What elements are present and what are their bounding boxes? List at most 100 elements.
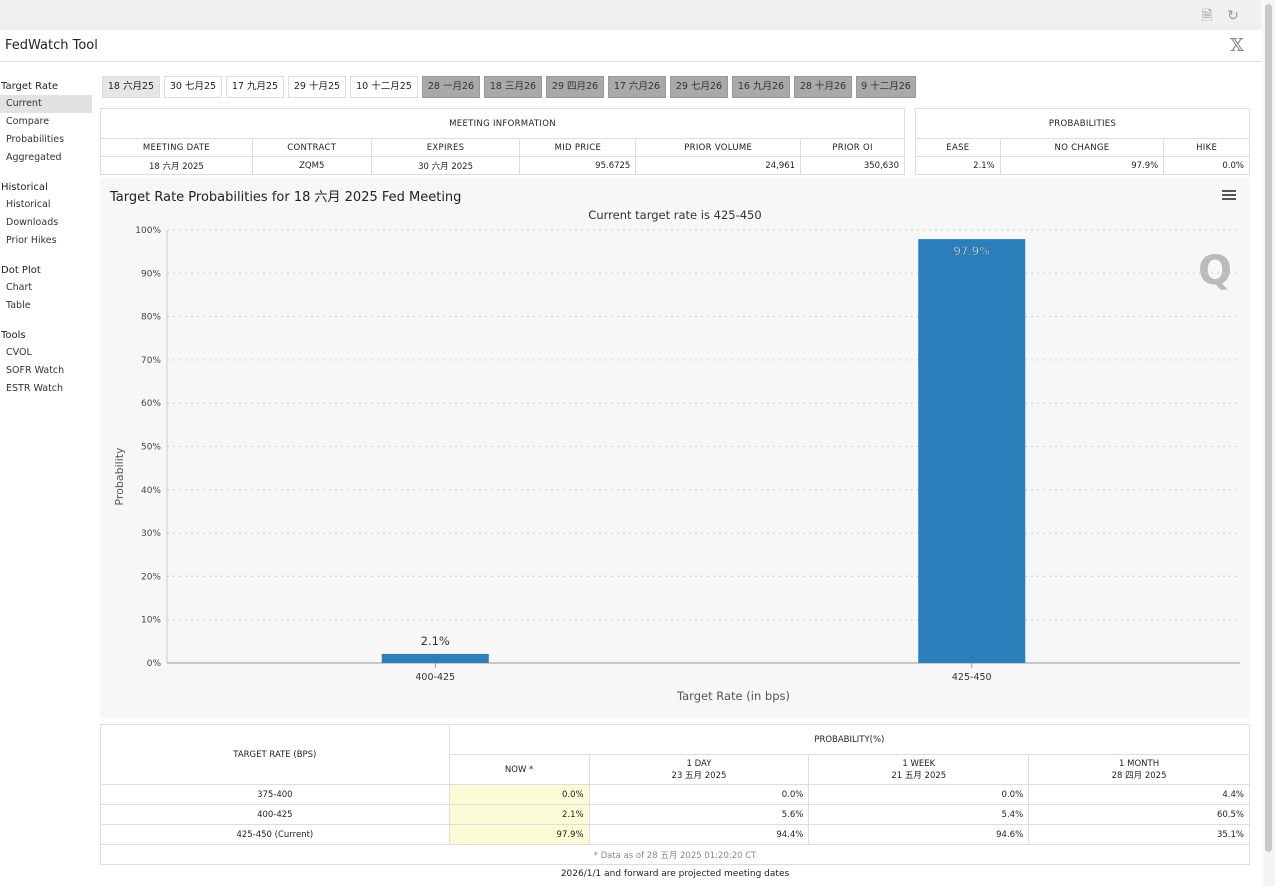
tab-meeting-date[interactable]: 29 四月26: [546, 76, 604, 98]
probability-bar-chart: 0% 10% 20% 30% 40% 50% 60% 70% 80% 90% 100% 2.1% 400…: [113, 226, 1240, 703]
header-hike: HIKE: [1163, 138, 1250, 157]
expires-value: 30 六月 2025: [370, 156, 521, 175]
header-1-week: 1 WEEK 21 五月 2025: [808, 754, 1030, 785]
vertical-scrollbar[interactable]: [1263, 0, 1275, 886]
scrollbar-thumb[interactable]: [1265, 4, 1272, 852]
tab-meeting-date[interactable]: 10 十二月25: [350, 76, 418, 98]
prior-oi-value: 350,630: [800, 156, 905, 175]
title-bar: FedWatch Tool 𝕏: [0, 30, 1262, 62]
now-cell: 2.1%: [448, 804, 590, 825]
week-cell: 5.4%: [808, 804, 1030, 825]
now-cell: 0.0%: [448, 784, 590, 805]
meeting-information-title: MEETING INFORMATION: [100, 108, 905, 139]
sidebar-item-estr-watch[interactable]: ESTR Watch: [0, 380, 92, 398]
tab-meeting-date[interactable]: 9 十二月26: [856, 76, 916, 98]
tab-meeting-date[interactable]: 17 六月26: [608, 76, 666, 98]
mid-price-value: 95.6725: [519, 156, 637, 175]
tab-meeting-date[interactable]: 28 十月26: [794, 76, 852, 98]
sidebar-item-aggregated[interactable]: Aggregated: [0, 149, 92, 167]
sidebar-group: Dot Plot Chart Table: [0, 262, 92, 315]
no-change-value: 97.9%: [999, 156, 1165, 175]
sidebar-group-title: Tools: [1, 330, 26, 341]
y-tick-label: 10%: [141, 616, 161, 626]
header-contract: CONTRACT: [251, 138, 372, 157]
tab-meeting-date[interactable]: 18 六月25: [102, 76, 160, 98]
refresh-icon[interactable]: ↻: [1224, 7, 1242, 25]
probabilities-table: PROBABILITIES EASE NO CHANGE HIKE 2.1% 9…: [915, 108, 1250, 175]
rate-cell: 425-450 (Current): [100, 824, 450, 845]
y-tick-label: 50%: [141, 443, 161, 453]
app-title: FedWatch Tool: [5, 38, 98, 53]
sidebar-item-downloads[interactable]: Downloads: [0, 214, 92, 232]
sidebar-item-prior-hikes[interactable]: Prior Hikes: [0, 232, 92, 250]
week-cell: 0.0%: [808, 784, 1030, 805]
sidebar-item-table[interactable]: Table: [0, 297, 92, 315]
sidebar-item-probabilities[interactable]: Probabilities: [0, 131, 92, 149]
y-tick-label: 20%: [141, 572, 161, 582]
period-date: 28 四月 2025: [1111, 770, 1167, 781]
bar: [918, 239, 1026, 663]
period-label: 1 MONTH: [1119, 758, 1160, 769]
tab-meeting-date[interactable]: 18 三月26: [484, 76, 542, 98]
sidebar-group: Tools CVOL SOFR Watch ESTR Watch: [0, 327, 92, 398]
x-axis-title: Target Rate (in bps): [676, 689, 790, 703]
header-ease: EASE: [915, 138, 1001, 157]
bar: [381, 653, 489, 663]
y-axis-title: Probability: [113, 447, 126, 506]
probability-detail-table: TARGET RATE (BPS) PROBABILITY(%) NOW * 1…: [100, 724, 1251, 865]
sidebar-item-sofr-watch[interactable]: SOFR Watch: [0, 362, 92, 380]
header-1-day: 1 DAY 23 五月 2025: [588, 754, 810, 785]
sidebar-group-title: Target Rate: [1, 81, 59, 92]
header-expires: EXPIRES: [370, 138, 521, 157]
sidebar-item-cvol[interactable]: CVOL: [0, 344, 92, 362]
chart-panel: Target Rate Probabilities for 18 六月 2025…: [100, 178, 1250, 718]
month-cell: 35.1%: [1028, 824, 1250, 845]
week-cell: 94.6%: [808, 824, 1030, 845]
contract-value: ZQM5: [251, 156, 372, 175]
header-mid-price: MID PRICE: [519, 138, 637, 157]
day-cell: 5.6%: [588, 804, 810, 825]
tab-meeting-date[interactable]: 17 九月25: [226, 76, 284, 98]
period-label: 1 WEEK: [902, 758, 936, 769]
table-row: 400-425 2.1% 5.6% 5.4% 60.5%: [100, 804, 1250, 825]
tab-meeting-date[interactable]: 16 九月26: [732, 76, 790, 98]
footer-note: 2026/1/1 and forward are projected meeti…: [560, 869, 790, 879]
sidebar-item-chart[interactable]: Chart: [0, 279, 92, 297]
tab-meeting-date[interactable]: 30 七月25: [164, 76, 222, 98]
bar-data-label: 2.1%: [421, 634, 450, 648]
y-tick-label: 40%: [141, 486, 161, 496]
top-toolbar: 🗎 ↻: [0, 0, 1262, 30]
tab-meeting-date[interactable]: 29 十月25: [288, 76, 346, 98]
header-meeting-date: MEETING DATE: [100, 138, 253, 157]
period-date: 23 五月 2025: [671, 770, 727, 781]
bar-data-label: 97.9%: [953, 244, 990, 258]
day-cell: 0.0%: [588, 784, 810, 805]
month-cell: 4.4%: [1028, 784, 1250, 805]
sidebar-item-current[interactable]: Current: [0, 95, 92, 113]
tab-meeting-date[interactable]: 28 一月26: [422, 76, 480, 98]
data-timestamp-note: * Data as of 28 五月 2025 01:20:20 CT: [100, 844, 1250, 865]
prior-volume-value: 24,961: [635, 156, 802, 175]
sidebar-group-title: Dot Plot: [1, 265, 41, 276]
y-tick-label: 60%: [141, 399, 161, 409]
header-prior-volume: PRIOR VOLUME: [635, 138, 802, 157]
probabilities-title: PROBABILITIES: [915, 108, 1250, 139]
header-1-month: 1 MONTH 28 四月 2025: [1028, 754, 1250, 785]
document-icon[interactable]: 🗎: [1198, 7, 1216, 25]
y-tick-label: 90%: [141, 269, 161, 279]
period-label: 1 DAY: [686, 758, 712, 769]
sidebar-item-compare[interactable]: Compare: [0, 113, 92, 131]
tab-meeting-date[interactable]: 29 七月26: [670, 76, 728, 98]
x-logo-icon[interactable]: 𝕏: [1230, 35, 1244, 56]
table-row: 425-450 (Current) 97.9% 94.4% 94.6% 35.1…: [100, 824, 1250, 845]
meeting-information-table: MEETING INFORMATION MEETING DATE CONTRAC…: [100, 108, 905, 175]
y-tick-label: 80%: [141, 313, 161, 323]
sidebar-item-historical[interactable]: Historical: [0, 196, 92, 214]
sidebar-group-title: Historical: [1, 182, 48, 193]
header-prior-oi: PRIOR OI: [800, 138, 905, 157]
table-row: 375-400 0.0% 0.0% 0.0% 4.4%: [100, 784, 1250, 805]
sidebar-group: Target Rate Current Compare Probabilities Ag…: [0, 78, 92, 167]
month-cell: 60.5%: [1028, 804, 1250, 825]
rate-cell: 375-400: [100, 784, 450, 805]
period-date: 21 五月 2025: [891, 770, 947, 781]
